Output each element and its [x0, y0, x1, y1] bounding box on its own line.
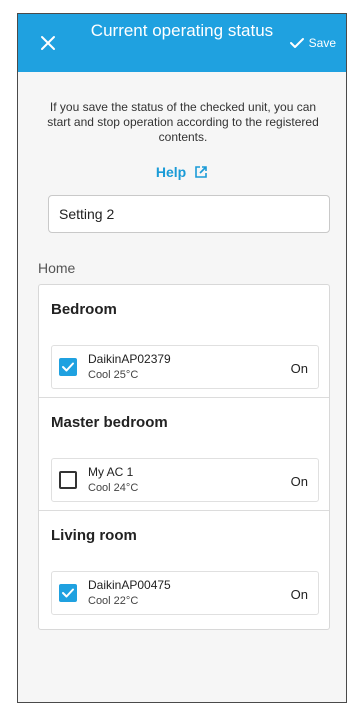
- unit-mode: Cool 25°C: [88, 369, 139, 381]
- intro-text: If you save the status of the checked un…: [47, 100, 319, 144]
- help-link[interactable]: Help: [18, 164, 346, 180]
- app-screen: Current operating status Save If you sav…: [17, 13, 347, 703]
- unit-mode: Cool 24°C: [88, 482, 139, 494]
- unit-name: DaikinAP02379: [88, 352, 171, 366]
- room-bedroom: Bedroom DaikinAP02379 Cool 25°C On: [39, 285, 329, 397]
- save-label: Save: [308, 36, 336, 50]
- room-title: Master bedroom: [51, 414, 168, 431]
- unit-status: On: [290, 587, 308, 602]
- help-label: Help: [155, 164, 187, 180]
- header-bar: Current operating status Save: [18, 14, 346, 72]
- checkmark-icon: [62, 362, 74, 372]
- room-master-bedroom: Master bedroom My AC 1 Cool 24°C On: [39, 398, 329, 510]
- unit-row[interactable]: DaikinAP02379 Cool 25°C On: [51, 345, 319, 389]
- close-icon: [41, 36, 55, 50]
- unit-name: My AC 1: [88, 465, 134, 479]
- page-title: Current operating status: [90, 21, 274, 40]
- external-link-icon: [195, 166, 207, 178]
- close-button[interactable]: [36, 30, 60, 56]
- room-living-room: Living room DaikinAP00475 Cool 22°C On: [39, 511, 329, 629]
- unit-row[interactable]: DaikinAP00475 Cool 22°C On: [51, 571, 319, 615]
- unit-checkbox[interactable]: [59, 471, 77, 489]
- unit-group-card: Bedroom DaikinAP02379 Cool 25°C On Maste…: [38, 284, 330, 630]
- room-title: Living room: [51, 527, 137, 544]
- unit-name: DaikinAP00475: [88, 578, 171, 592]
- unit-mode: Cool 22°C: [88, 595, 139, 607]
- section-label-home: Home: [38, 260, 76, 276]
- setting-name-input[interactable]: [48, 195, 330, 233]
- checkmark-icon: [62, 588, 74, 598]
- unit-status: On: [290, 474, 308, 489]
- check-icon: [289, 38, 304, 48]
- unit-checkbox[interactable]: [59, 358, 77, 376]
- room-title: Bedroom: [51, 301, 117, 318]
- unit-status: On: [290, 361, 308, 376]
- unit-row[interactable]: My AC 1 Cool 24°C On: [51, 458, 319, 502]
- unit-checkbox[interactable]: [59, 584, 77, 602]
- save-button[interactable]: Save: [289, 31, 336, 55]
